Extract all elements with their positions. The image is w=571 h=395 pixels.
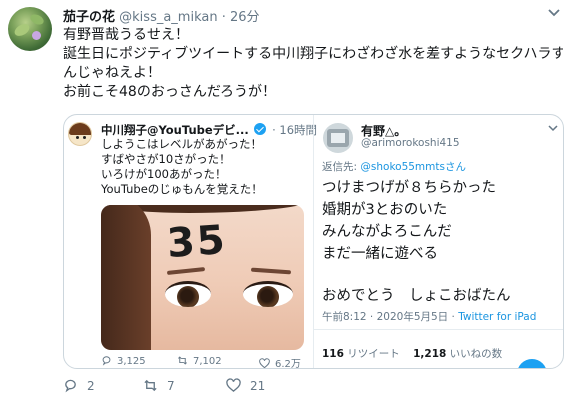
author-avatar[interactable] (8, 7, 52, 51)
chevron-down-icon (548, 125, 558, 132)
quoted-image[interactable]: 中川翔子@YouTubeデビ... · 16時間 しようこはレベルがあがった！ … (63, 114, 564, 369)
separator-dot: · (221, 10, 226, 25)
divider (314, 329, 563, 330)
forehead-number: 35 (165, 216, 229, 268)
embedded-reply-author-handle: @arimorokoshi415 (361, 137, 460, 149)
embedded-reply-source: Twitter for iPad (458, 311, 537, 323)
reply-icon (102, 356, 111, 366)
chevron-down-icon[interactable] (547, 8, 561, 18)
embedded-tweet-header: 中川翔子@YouTubeデビ... · 16時間 (101, 122, 317, 138)
embedded-retweet-count: 7,102 (193, 356, 222, 367)
embedded-photo: 35 (101, 205, 304, 350)
retweets-count: 116 (322, 348, 344, 360)
reply-text-line: つけまつげが８ちらかった (322, 180, 496, 196)
embedded-text-line: しようこはレベルがあがった！ (101, 137, 262, 151)
tweet-time[interactable]: 26分 (230, 10, 260, 25)
tweet-text: 有野晋哉うるせえ！ 誕生日にポジティブツイートする中川翔子にわざわざ水を差すよう… (63, 26, 563, 102)
reply-text-line: みんながよろこんだ (322, 224, 452, 240)
embedded-tweet-left: 中川翔子@YouTubeデビ... · 16時間 しようこはレベルがあがった！ … (64, 115, 317, 369)
tweet-actions: 2 7 21 (63, 378, 463, 395)
retweets-label: リツイート (343, 348, 400, 360)
compose-button-partial (517, 359, 547, 368)
embedded-reply-count: 3,125 (117, 356, 146, 367)
like-icon (259, 358, 270, 368)
tweet-header: 茄子の花 @kiss_a_mikan · 26分 (63, 6, 260, 26)
reply-to-handle: @shoko55mmtsさん (360, 161, 466, 173)
reply-prefix: 返信先: (322, 161, 361, 173)
like-button[interactable]: 21 (226, 378, 265, 393)
like-icon (226, 378, 241, 392)
reply-text-line: まだ一緒に遊べる (322, 246, 438, 262)
embedded-reply-text: つけまつげが８ちらかった 婚期が3とおのいた みんながよろこんだ まだ一緒に遊べ… (322, 177, 511, 307)
reply-button[interactable]: 2 (63, 378, 95, 393)
retweet-count: 7 (167, 379, 175, 393)
embedded-retweet: 7,102 (177, 355, 222, 367)
embedded-tweet-text: しようこはレベルがあがった！ すばやさが10さがった！ いろけが100あがった！… (101, 137, 263, 197)
embedded-text-line: YouTubeのじゅもんを覚えた！ (101, 182, 263, 196)
retweet-icon (144, 379, 157, 392)
likes-label: いいねの数 (446, 348, 503, 360)
verified-badge-icon (254, 123, 267, 135)
reply-text-last-line: おめでとう しょこおばたん (322, 288, 511, 304)
tweet-text-line: お前こそ48のおっさんだろうが！ (63, 84, 276, 100)
embedded-like: 6.2万 (259, 355, 301, 369)
likes-count: 1,218 (413, 348, 447, 360)
retweet-icon (178, 356, 187, 365)
embedded-tweet-actions: 3,125 7,102 6.2万 (101, 355, 311, 369)
embedded-reply-avatar (323, 123, 353, 153)
embedded-author-avatar (68, 122, 92, 146)
reply-count: 2 (87, 379, 95, 393)
tweet-text-line: 有野晋哉うるせえ！ (63, 27, 189, 43)
embedded-tweet-right: 有野△。 @arimorokoshi415 返信先: @shoko55mmtsさ… (313, 115, 563, 368)
tweet-text-line: んじゃねえよ！ (63, 65, 161, 81)
reply-icon (65, 379, 76, 393)
retweet-button[interactable]: 7 (143, 378, 175, 393)
reply-to-line: 返信先: @shoko55mmtsさん (322, 159, 466, 174)
author-handle[interactable]: @kiss_a_mikan (119, 10, 217, 25)
reply-text-line: 婚期が3とおのいた (322, 202, 448, 218)
embedded-reply: 3,125 (101, 355, 146, 367)
embedded-text-line: すばやさが10さがった！ (101, 152, 231, 166)
embedded-reply-stats: 116 リツイート 1,218 いいねの数 (322, 346, 502, 361)
like-count: 21 (250, 379, 266, 393)
embedded-tweet-time: · 16時間 (272, 123, 318, 137)
embedded-author-name: 中川翔子@YouTubeデビ... (101, 123, 249, 137)
embedded-reply-timestamp: 午前8:12 · 2020年5月5日 · (322, 311, 459, 323)
author-name[interactable]: 茄子の花 (63, 10, 115, 25)
embedded-text-line: いろけが100あがった！ (101, 167, 227, 181)
tweet-text-line: 誕生日にポジティブツイートする中川翔子にわざわざ水を差すようなセクハラす (63, 46, 563, 62)
embedded-reply-meta: 午前8:12 · 2020年5月5日 · Twitter for iPad (322, 309, 536, 324)
embedded-like-count: 6.2万 (275, 359, 301, 369)
